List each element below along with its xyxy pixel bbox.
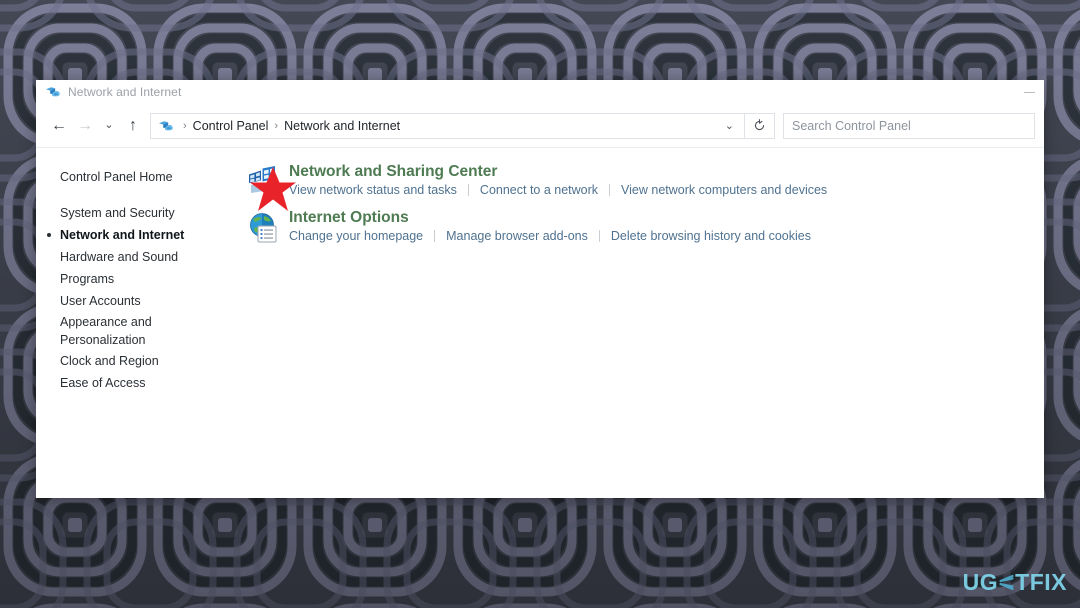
breadcrumb-control-panel[interactable]: Control Panel	[193, 119, 269, 133]
sidebar-item-hardware-and-sound[interactable]: Hardware and Sound	[36, 246, 241, 268]
category-title[interactable]: Network and Sharing Center	[289, 162, 827, 181]
sidebar-item-label: Programs	[60, 272, 115, 286]
internet-options-globe-icon[interactable]	[247, 211, 281, 245]
chevron-down-icon: ⌄	[104, 119, 114, 131]
link-separator	[609, 184, 611, 196]
link-separator	[434, 230, 436, 242]
ugetfix-watermark: UG TFIX	[963, 569, 1067, 596]
breadcrumb-separator: ›	[274, 119, 279, 132]
link-view-network-computers-and-devices[interactable]: View network computers and devices	[621, 183, 827, 197]
network-folder-icon	[159, 120, 173, 130]
breadcrumb-separator: ›	[183, 119, 187, 132]
breadcrumb-network-and-internet[interactable]: Network and Internet	[284, 119, 400, 133]
refresh-button[interactable]	[745, 112, 775, 139]
sidebar-item-label: Control Panel Home	[60, 170, 173, 184]
back-button[interactable]: ←	[46, 113, 72, 139]
window-body: Control Panel Home System and Security N…	[36, 148, 1044, 498]
link-separator	[598, 230, 600, 242]
forward-button[interactable]: →	[72, 113, 98, 139]
link-delete-browsing-history-and-cookies[interactable]: Delete browsing history and cookies	[611, 229, 811, 243]
sidebar-item-control-panel-home[interactable]: Control Panel Home	[36, 166, 241, 188]
search-control-panel-box[interactable]: Search Control Panel	[783, 112, 1035, 139]
window-controls	[1014, 80, 1044, 104]
sidebar-item-user-accounts[interactable]: User Accounts	[36, 290, 241, 312]
link-separator	[467, 184, 469, 196]
current-item-bullet-icon	[47, 233, 51, 237]
link-view-network-status-and-tasks[interactable]: View network status and tasks	[289, 183, 457, 197]
window-titlebar[interactable]: Network and Internet	[36, 80, 1044, 104]
watermark-text-before: UG	[962, 569, 999, 595]
control-panel-window: Network and Internet ← → ⌄ ↑ › Control P…	[36, 80, 1044, 498]
category-network-and-sharing-center: Network and Sharing Center View network …	[247, 162, 1044, 199]
sidebar-item-appearance-and-personalization[interactable]: Appearance and Personalization	[36, 312, 241, 350]
sidebar-item-label: Ease of Access	[60, 376, 146, 390]
sidebar-item-label: Hardware and Sound	[60, 250, 179, 264]
link-change-your-homepage[interactable]: Change your homepage	[289, 229, 423, 243]
sidebar-item-system-and-security[interactable]: System and Security	[36, 202, 241, 224]
up-button[interactable]: ↑	[120, 113, 146, 139]
category-internet-options: Internet Options Change your homepage Ma…	[247, 208, 1044, 245]
sidebar-navigation: Control Panel Home System and Security N…	[36, 148, 241, 498]
category-body: Network and Sharing Center View network …	[289, 162, 827, 199]
category-title[interactable]: Internet Options	[289, 208, 811, 227]
sidebar-item-network-and-internet[interactable]: Network and Internet	[36, 224, 241, 246]
back-arrow-icon: ←	[51, 116, 67, 134]
minimize-button[interactable]	[1014, 80, 1044, 104]
forward-arrow-icon: →	[77, 116, 93, 134]
category-links: Change your homepage Manage browser add-…	[289, 229, 811, 243]
link-connect-to-a-network[interactable]: Connect to a network	[480, 183, 598, 197]
window-title: Network and Internet	[68, 85, 182, 99]
sidebar-item-label: System and Security	[60, 206, 175, 220]
recent-locations-button[interactable]: ⌄	[98, 113, 120, 139]
sidebar-item-label: Clock and Region	[60, 354, 159, 368]
address-toolbar: ← → ⌄ ↑ › Control Panel › Network and In…	[36, 104, 1044, 148]
sidebar-item-ease-of-access[interactable]: Ease of Access	[36, 372, 241, 394]
link-manage-browser-add-ons[interactable]: Manage browser add-ons	[446, 229, 588, 243]
network-folder-icon	[46, 87, 60, 97]
sidebar-item-label: User Accounts	[60, 294, 141, 308]
category-list: Network and Sharing Center View network …	[241, 148, 1044, 498]
watermark-e-glyph	[999, 574, 1014, 591]
sidebar-item-programs[interactable]: Programs	[36, 268, 241, 290]
category-body: Internet Options Change your homepage Ma…	[289, 208, 811, 245]
address-bar[interactable]: › Control Panel › Network and Internet ⌄	[150, 112, 745, 139]
minimize-icon	[1023, 91, 1035, 93]
sidebar-item-label: Appearance and Personalization	[60, 315, 152, 347]
network-sharing-icon[interactable]	[247, 165, 281, 199]
sidebar-item-label: Network and Internet	[60, 228, 185, 242]
refresh-icon	[754, 119, 765, 131]
category-links: View network status and tasks Connect to…	[289, 183, 827, 197]
up-arrow-icon: ↑	[129, 116, 137, 134]
address-dropdown-icon[interactable]: ⌄	[721, 119, 738, 132]
search-placeholder: Search Control Panel	[792, 118, 911, 133]
watermark-text-after: TFIX	[1015, 569, 1067, 595]
sidebar-item-clock-and-region[interactable]: Clock and Region	[36, 350, 241, 372]
